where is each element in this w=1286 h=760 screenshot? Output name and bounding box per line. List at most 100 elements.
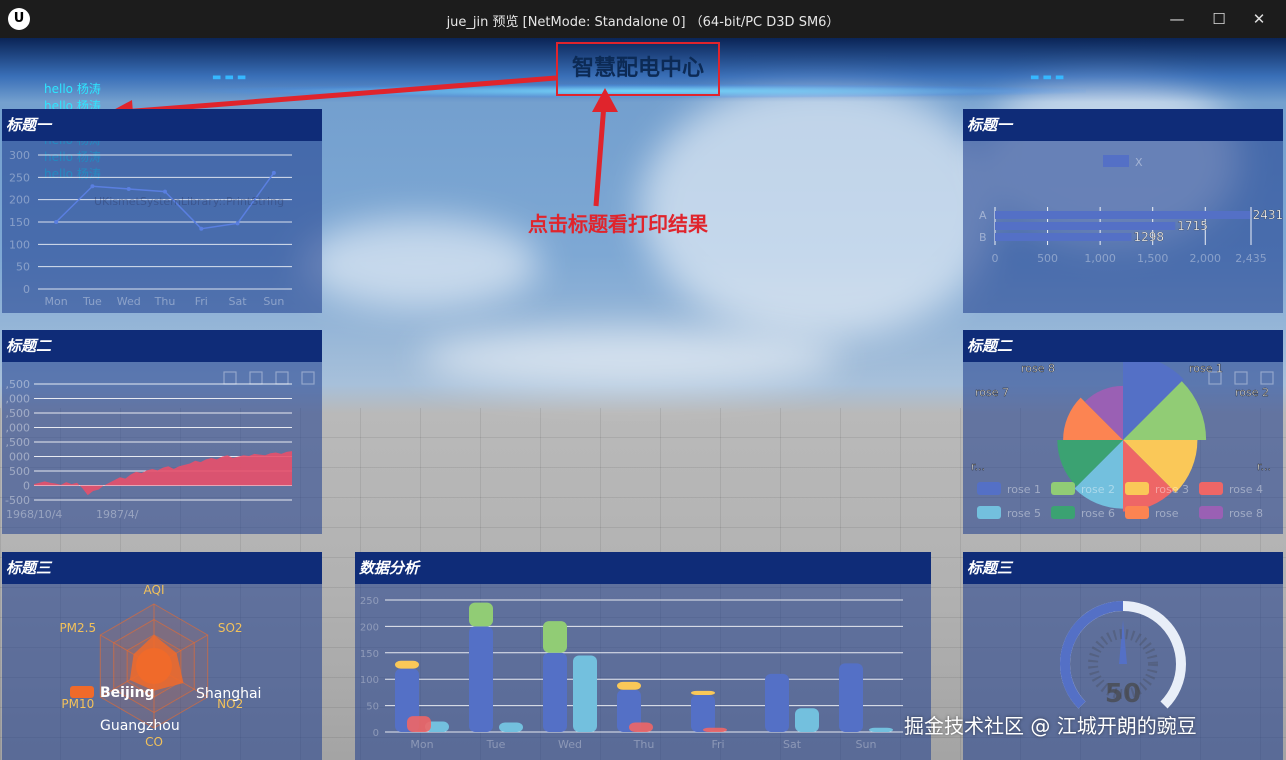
x-tick-label: 1,500 — [1137, 252, 1169, 265]
bar-segment — [839, 663, 863, 732]
data-label: 1298 — [1133, 230, 1164, 244]
y-tick-label: ,500 — [6, 378, 31, 391]
y-tick-label: 100 — [9, 238, 30, 251]
bar-segment — [499, 722, 523, 732]
legend-label: rose 1 — [1007, 483, 1041, 496]
x-tick-label: Thu — [154, 295, 176, 308]
y-tick-label: 500 — [9, 465, 30, 478]
legend-swatch — [977, 506, 1001, 519]
window-titlebar: U jue_jin 预览 [NetMode: Standalone 0] （64… — [0, 0, 1286, 38]
y-tick-label: 0 — [23, 480, 30, 493]
panel-title[interactable]: 数据分析 — [355, 552, 931, 584]
bar-segment — [869, 727, 893, 732]
y-tick-label: 0 — [23, 283, 30, 296]
refresh-icon — [1234, 371, 1248, 385]
data-label: 1715 — [1177, 219, 1208, 233]
panel-title[interactable]: 标题一 — [2, 109, 322, 141]
minimize-icon[interactable]: — — [1166, 8, 1188, 30]
line-chart: 0 50 100 150 200 250 300 Mon Tue Wed Thu Fri Sat Sun U… — [9, 149, 292, 308]
legend-swatch — [70, 686, 94, 698]
radar-center-blob — [136, 648, 172, 684]
legend-label: Guangzhou — [100, 718, 180, 734]
panel-title[interactable]: 标题二 — [963, 330, 1283, 362]
legend-swatch — [1103, 155, 1129, 167]
x-tick-label: Sun — [263, 295, 284, 308]
x-tick-label: Sat — [229, 295, 248, 308]
legend-swatch — [1199, 506, 1223, 519]
bar-segment — [765, 673, 789, 732]
legend-label: Shanghai — [196, 686, 261, 702]
y-tick-label: 200 — [9, 194, 30, 207]
bar-segment — [407, 716, 431, 732]
outer-slice-label: rose 2 — [1235, 386, 1269, 399]
x-tick-label: Fri — [711, 738, 724, 751]
y-tick-label: -500 — [5, 494, 30, 507]
y-tick-label: 150 — [9, 216, 30, 229]
bar — [995, 211, 1251, 219]
x-tick-label: Thu — [633, 738, 655, 751]
restore-icon — [249, 371, 263, 385]
panel-title[interactable]: 标题三 — [2, 552, 322, 584]
outer-slice-label: r... — [1257, 460, 1271, 473]
legend-swatch — [977, 482, 1001, 495]
arrow-line-up — [593, 103, 607, 207]
bar-segment — [573, 655, 597, 732]
legend-swatch — [1051, 506, 1075, 519]
legend-label: rose 6 — [1081, 507, 1115, 520]
legend-label: rose 3 — [1155, 483, 1189, 496]
data-label: 2431 — [1253, 208, 1283, 222]
y-tick-label: 50 — [366, 702, 379, 713]
panel-mid-left: 标题二 ,500,000,500,000,500 000 500 0 -500 1968/… — [2, 330, 322, 534]
x-tick-label: 2,435 — [1235, 252, 1267, 265]
panel-bottom-left: 标题三 AQI SO2 NO2 CO PM10 PM2.5 Beijing Shanghai G… — [2, 552, 322, 760]
stacked-bar-chart: 0 50 100 150 200 250 Mon Tue Wed Thu Fri Sat Sun — [360, 596, 903, 751]
outer-slice-label: r... — [971, 460, 985, 473]
panel-title[interactable]: 标题二 — [2, 330, 322, 362]
y-tick-label: 250 — [9, 171, 30, 184]
bar-segment — [543, 621, 567, 653]
data-point — [199, 226, 204, 231]
y-tick-label: 100 — [360, 675, 379, 686]
data-point — [271, 170, 276, 175]
x-tick-label: 1,000 — [1084, 252, 1116, 265]
bar-segment — [395, 660, 419, 669]
bar-segment — [629, 722, 653, 732]
bar-segment — [469, 602, 493, 627]
y-tick-label: ,500 — [6, 407, 31, 420]
panel-title[interactable]: 标题一 — [963, 109, 1283, 141]
zoom-icon — [223, 371, 237, 385]
arrow-line-left — [121, 75, 557, 115]
data-point — [235, 221, 240, 226]
y-tick-label: B — [979, 231, 987, 244]
x-tick-label: 0 — [992, 252, 999, 265]
radar-indicator-label: PM10 — [61, 697, 94, 711]
game-viewport[interactable]: ▬▬▬ ▬▬▬ 智慧配电中心 点击标题看打印结果 hello 杨涛 hello 杨… — [0, 38, 1286, 760]
overlay-text: UKismetSystemLibrary::PrintString — [94, 195, 284, 208]
area-chart: ,500,000,500,000,5000005000-5001968/10/4… — [5, 371, 315, 521]
legend-label: rose 8 — [1229, 507, 1263, 520]
panel-title[interactable]: 标题三 — [963, 552, 1283, 584]
legend-label: rose 2 — [1081, 483, 1115, 496]
legend-label: rose 5 — [1007, 507, 1041, 520]
close-icon[interactable]: ✕ — [1248, 8, 1270, 30]
bar-segment — [691, 695, 715, 732]
radar-indicator-label: SO2 — [218, 621, 243, 635]
outer-slice-label: rose 8 — [1021, 362, 1055, 375]
maximize-icon[interactable]: ☐ — [1208, 8, 1230, 30]
x-tick-label: Tue — [486, 738, 506, 751]
panel-mid-right: 标题二 rose 8 rose 1 rose 7 rose 2 r... r... rose… — [963, 330, 1283, 534]
x-tick-label: 1968/10/4 — [6, 508, 62, 521]
bar-segment — [691, 690, 715, 696]
x-tick-label: 1987/4/ — [96, 508, 139, 521]
y-tick-label: ,500 — [6, 436, 31, 449]
x-tick-label: Wed — [558, 738, 582, 751]
bar — [995, 233, 1132, 241]
legend-label: X — [1135, 156, 1143, 169]
y-tick-label: 250 — [360, 596, 379, 607]
radar-indicator-label: CO — [145, 735, 163, 749]
bar — [995, 222, 1176, 230]
outer-slice-label: rose 7 — [975, 386, 1009, 399]
y-tick-label: 0 — [373, 728, 379, 739]
x-tick-label: Fri — [195, 295, 208, 308]
download-icon — [1260, 371, 1274, 385]
